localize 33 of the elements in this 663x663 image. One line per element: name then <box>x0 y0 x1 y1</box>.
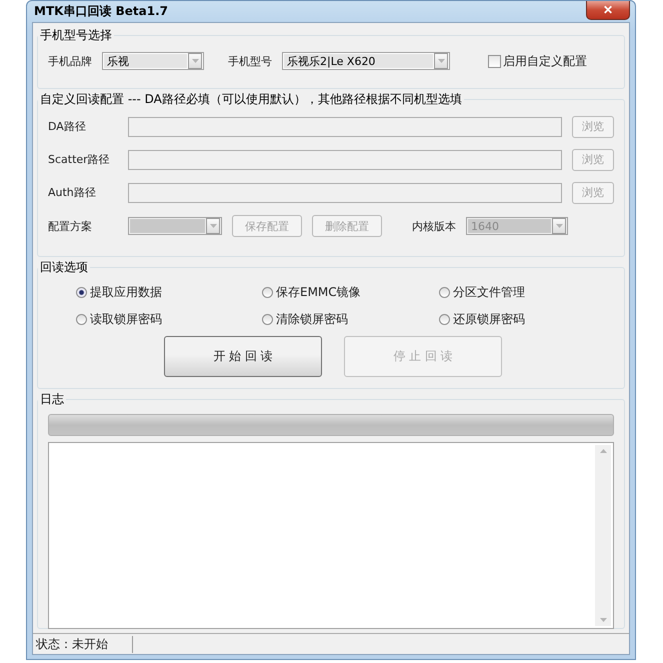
option-radio[interactable]: 保存EMMC镜像 <box>262 284 439 301</box>
option-radio[interactable]: 还原锁屏密码 <box>439 311 614 328</box>
window-title: MTK串口回读 Beta1.7 <box>33 3 168 20</box>
path-label: Auth路径 <box>48 185 97 200</box>
dropdown-arrow-icon <box>556 224 562 228</box>
path-field[interactable] <box>128 116 562 136</box>
model-label: 手机型号 <box>228 54 272 68</box>
dropdown-arrow-icon <box>438 59 444 63</box>
option-radio[interactable]: 读取锁屏密码 <box>76 311 262 328</box>
path-label: DA路径 <box>48 119 87 134</box>
option-radio[interactable]: 提取应用数据 <box>76 284 262 301</box>
scroll-up-icon <box>600 449 606 453</box>
dropdown-arrow-icon <box>192 59 198 63</box>
custom-config-checkbox[interactable]: 启用自定义配置 <box>488 52 587 70</box>
scroll-down-icon <box>600 618 606 622</box>
model-dropdown[interactable]: 乐视乐2|Le X620 <box>282 52 450 70</box>
option-radio[interactable]: 清除锁屏密码 <box>262 311 439 328</box>
close-button[interactable]: ✕ <box>586 1 630 20</box>
path-label: Scatter路径 <box>48 152 111 167</box>
group-title: 手机型号选择 <box>39 27 113 44</box>
group-title: 回读选项 <box>39 259 89 276</box>
brand-label: 手机品牌 <box>48 54 92 68</box>
path-field[interactable] <box>128 150 562 170</box>
kernel-label: 内核版本 <box>412 218 456 234</box>
dropdown-arrow-icon <box>210 224 216 228</box>
group-title: 自定义回读配置 --- DA路径必填（可以使用默认），其他路径根据不同机型选填 <box>39 91 463 108</box>
start-button[interactable]: 开 始 回 读 <box>164 336 322 377</box>
brand-dropdown[interactable]: 乐视 <box>102 52 204 70</box>
option-radio[interactable]: 分区文件管理 <box>439 284 614 301</box>
scheme-label: 配置方案 <box>48 218 93 234</box>
status-text: 状态：未开始 <box>33 636 133 652</box>
path-field[interactable] <box>128 182 562 202</box>
group-title: 日志 <box>39 391 65 408</box>
